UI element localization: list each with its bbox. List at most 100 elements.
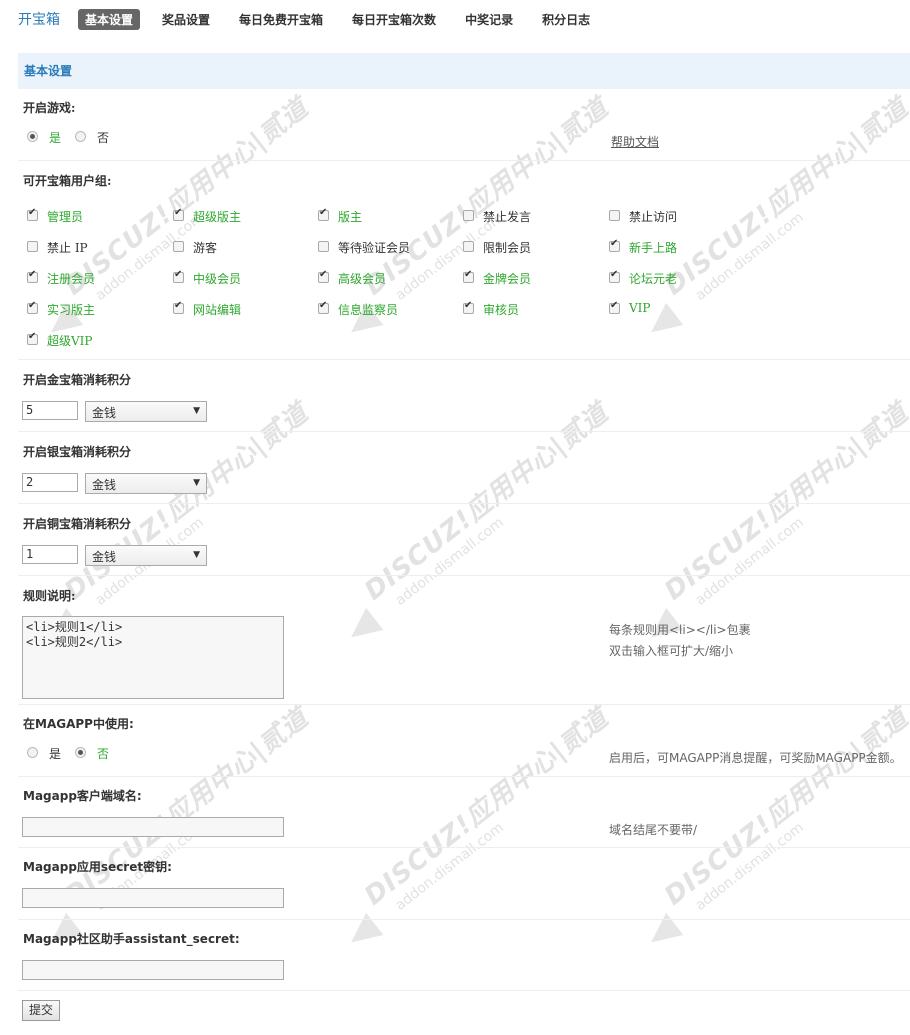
gold-currency-select[interactable]: 金钱 ▼ (85, 401, 207, 422)
user-group-label: 实习版主 (47, 303, 96, 317)
user-group-checkbox[interactable] (173, 241, 184, 252)
user-group-checkbox[interactable] (609, 238, 620, 252)
user-group-label: 等待验证会员 (338, 241, 411, 255)
user-group-checkbox[interactable] (609, 269, 620, 283)
user-group-checkbox[interactable] (27, 269, 38, 283)
divider (18, 847, 910, 848)
user-group-label: 网站编辑 (193, 303, 242, 317)
user-group-checkbox[interactable] (318, 300, 329, 314)
tab-daily-free[interactable]: 每日免费开宝箱 (232, 9, 330, 30)
user-group-checkbox[interactable] (173, 207, 184, 221)
user-group-label: 禁止发言 (483, 210, 532, 224)
user-group-checkbox[interactable] (609, 210, 620, 221)
divider (18, 704, 910, 705)
gold-box-label: 开启金宝箱消耗积分 (23, 373, 132, 387)
rules-hint-wrap: 每条规则用<li></li>包裹 (609, 621, 751, 638)
watermark: DISCUZ!应用中心|贰道addon.dismall.com (642, 393, 910, 649)
user-group-checkbox[interactable] (318, 241, 329, 252)
magapp-yes-radio[interactable] (27, 747, 38, 758)
silver-box-label: 开启银宝箱消耗积分 (23, 445, 132, 459)
chevron-down-icon: ▼ (193, 550, 200, 560)
magapp-domain-input[interactable] (22, 817, 284, 837)
user-group-label: 禁止 IP (47, 241, 88, 255)
user-group-checkbox[interactable] (173, 269, 184, 283)
watermark: DISCUZ!应用中心|贰道addon.dismall.com (342, 393, 625, 649)
user-group-checkbox[interactable] (27, 241, 38, 252)
watermark: DISCUZ!应用中心|贰道addon.dismall.com (342, 698, 625, 954)
user-group-label: 信息监察员 (338, 303, 399, 317)
user-group-label: 金牌会员 (483, 272, 532, 286)
user-group-label: 管理员 (47, 210, 84, 224)
divider (18, 990, 910, 991)
magapp-assistant-input[interactable] (22, 960, 284, 980)
rules-textarea[interactable]: <li>规则1</li> <li>规则2</li> (22, 616, 284, 699)
gold-points-input[interactable]: 5 (22, 401, 78, 420)
open-game-no-radio[interactable] (75, 131, 86, 142)
magapp-yes-label: 是 (49, 747, 62, 761)
chevron-down-icon: ▼ (193, 406, 200, 416)
open-game-yes-radio[interactable] (27, 131, 38, 142)
copper-points-input[interactable]: 1 (22, 545, 78, 564)
chevron-down-icon: ▼ (193, 478, 200, 488)
user-group-label: 超级版主 (193, 210, 242, 224)
watermark: DISCUZ!应用中心|贰道addon.dismall.com (42, 88, 325, 344)
divider (18, 919, 910, 920)
user-group-label: 版主 (338, 210, 363, 224)
open-game-no-label: 否 (97, 131, 110, 145)
magapp-no-label: 否 (97, 747, 110, 761)
magapp-use-label: 在MAGAPP中使用: (23, 717, 134, 731)
tab-points-log[interactable]: 积分日志 (535, 9, 597, 30)
divider (18, 160, 910, 161)
app-title: 开宝箱 (18, 12, 60, 28)
divider (18, 503, 910, 504)
watermark: DISCUZ!应用中心|贰道addon.dismall.com (642, 88, 910, 344)
divider (18, 431, 910, 432)
submit-button[interactable]: 提交 (22, 1000, 60, 1021)
user-group-checkbox[interactable] (463, 300, 474, 314)
user-group-label: 禁止访问 (629, 210, 678, 224)
user-group-checkbox[interactable] (27, 207, 38, 221)
help-doc-link[interactable]: 帮助文档 (611, 133, 659, 150)
user-group-label: 审核员 (483, 303, 520, 317)
silver-points-input[interactable]: 2 (22, 473, 78, 492)
magapp-no-radio[interactable] (75, 747, 86, 758)
divider (18, 359, 910, 360)
watermark: DISCUZ!应用中心|贰道addon.dismall.com (42, 393, 325, 649)
user-group-checkbox[interactable] (27, 300, 38, 314)
copper-box-label: 开启铜宝箱消耗积分 (23, 517, 132, 531)
magapp-assistant-label: Magapp社区助手assistant_secret: (23, 932, 240, 946)
tab-prize-settings[interactable]: 奖品设置 (155, 9, 217, 30)
rules-label: 规则说明: (23, 589, 76, 603)
user-group-checkbox[interactable] (173, 300, 184, 314)
open-game-label: 开启游戏: (23, 101, 76, 115)
user-group-label: VIP (629, 301, 651, 315)
magapp-domain-label: Magapp客户端域名: (23, 789, 142, 803)
tab-basic-settings[interactable]: 基本设置 (78, 8, 141, 30)
user-group-checkbox[interactable] (609, 300, 620, 314)
user-group-label: 限制会员 (483, 241, 532, 255)
tab-daily-count[interactable]: 每日开宝箱次数 (345, 9, 443, 30)
user-group-checkbox[interactable] (27, 331, 38, 345)
user-group-label: 新手上路 (629, 241, 678, 255)
user-group-checkbox[interactable] (318, 269, 329, 283)
magapp-use-hint: 启用后，可MAGAPP消息提醒，可奖励MAGAPP金额。 (609, 751, 902, 765)
magapp-secret-input[interactable] (22, 888, 284, 908)
user-group-label: 游客 (193, 241, 218, 255)
magapp-domain-hint: 域名结尾不要带/ (609, 823, 698, 837)
silver-currency-select[interactable]: 金钱 ▼ (85, 473, 207, 494)
user-group-label: 高级会员 (338, 272, 387, 286)
user-group-label: 超级VIP (47, 334, 93, 348)
user-groups-label: 可开宝箱用户组: (23, 174, 112, 188)
tab-win-records[interactable]: 中奖记录 (458, 9, 520, 30)
rules-hint-2: 双击输入框可扩大/缩小 (609, 644, 734, 658)
user-group-checkbox[interactable] (463, 210, 474, 221)
user-group-checkbox[interactable] (463, 241, 474, 252)
user-group-checkbox[interactable] (318, 207, 329, 221)
user-group-label: 论坛元老 (629, 272, 678, 286)
divider (18, 575, 910, 576)
user-group-label: 注册会员 (47, 272, 96, 286)
section-title: 基本设置 (18, 53, 910, 89)
divider (18, 776, 910, 777)
copper-currency-select[interactable]: 金钱 ▼ (85, 545, 207, 566)
user-group-checkbox[interactable] (463, 269, 474, 283)
